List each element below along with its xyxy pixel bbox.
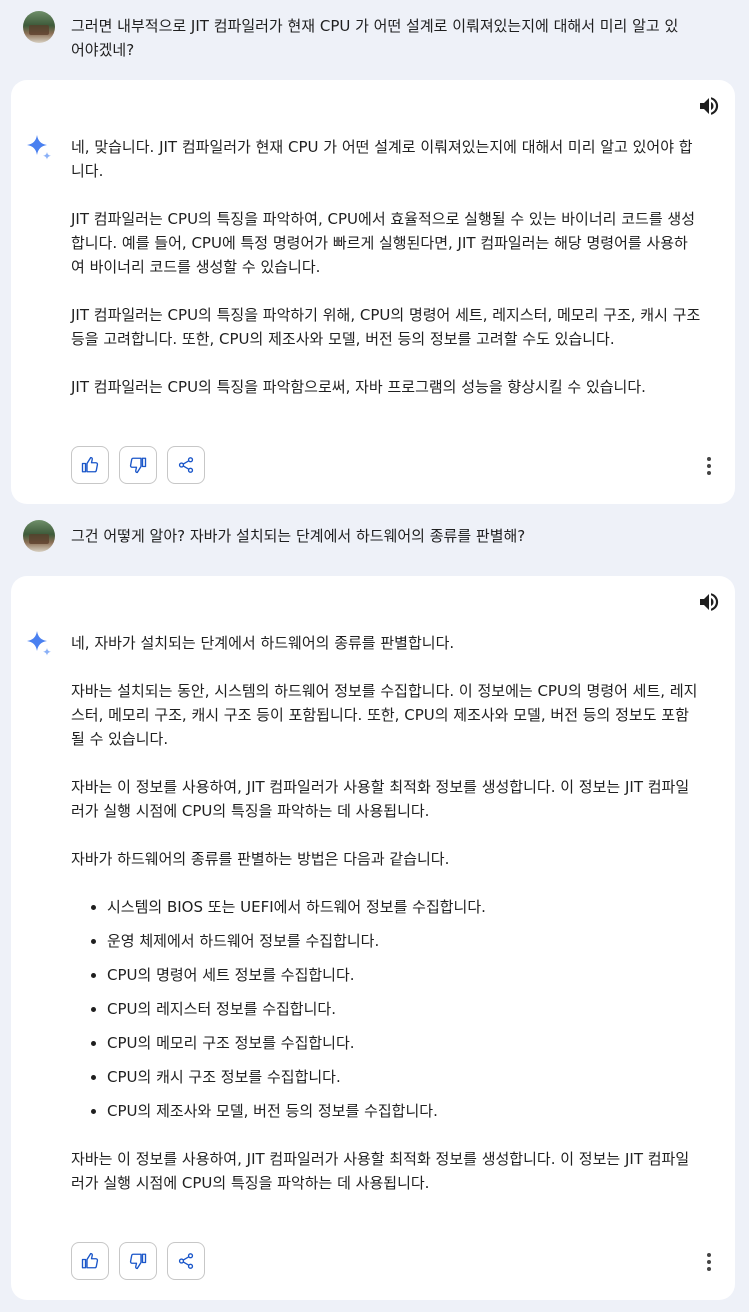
response-actions [71, 1242, 731, 1282]
gemini-sparkle-icon [27, 631, 51, 656]
user-avatar [23, 11, 55, 43]
volume-up-icon[interactable] [697, 590, 721, 614]
volume-up-icon[interactable] [697, 94, 721, 118]
thumbs-up-icon [81, 456, 99, 473]
thumbs-down-icon [129, 1253, 147, 1270]
user-message-text: 그러면 내부적으로 JIT 컴파일러가 현재 CPU 가 어떤 설계로 이뤄져있… [71, 17, 679, 59]
response-actions [71, 446, 731, 486]
user-message-text: 그건 어떻게 알아? 자바가 설치되는 단계에서 하드웨어의 종류를 판별해? [71, 527, 526, 545]
response-paragraph: 자바는 이 정보를 사용하여, JIT 컴파일러가 사용할 최적화 정보를 생성… [71, 778, 690, 820]
thumbs-up-button[interactable] [71, 446, 109, 484]
thumbs-up-icon [81, 1252, 99, 1269]
user-avatar [23, 520, 55, 552]
user-message: 그건 어떻게 알아? 자바가 설치되는 단계에서 하드웨어의 종류를 판별해? [0, 520, 749, 560]
model-response-card: 네, 자바가 설치되는 단계에서 하드웨어의 종류를 판별합니다. 자바는 설치… [11, 576, 735, 1300]
share-icon [178, 1253, 194, 1269]
more-vert-icon[interactable] [697, 1250, 721, 1274]
response-paragraph: 자바는 이 정보를 사용하여, JIT 컴파일러가 사용할 최적화 정보를 생성… [71, 1150, 690, 1192]
more-vert-icon[interactable] [697, 454, 721, 478]
response-text: 네, 맞습니다. JIT 컴파일러가 현재 CPU 가 어떤 설계로 이뤄져있는… [71, 135, 701, 423]
gemini-sparkle-icon [27, 135, 51, 160]
share-button[interactable] [167, 1242, 205, 1280]
thumbs-down-icon [129, 457, 147, 474]
thumbs-down-button[interactable] [119, 446, 157, 484]
response-paragraph: JIT 컴파일러는 CPU의 특징을 파악하기 위해, CPU의 명령어 세트,… [71, 306, 701, 348]
response-paragraph: 자바는 설치되는 동안, 시스템의 하드웨어 정보를 수집합니다. 이 정보에는… [71, 682, 698, 748]
thumbs-down-button[interactable] [119, 1242, 157, 1280]
list-item: CPU의 명령어 세트 정보를 수집합니다. [107, 963, 701, 987]
thumbs-up-button[interactable] [71, 1242, 109, 1280]
user-message: 그러면 내부적으로 JIT 컴파일러가 현재 CPU 가 어떤 설계로 이뤄져있… [0, 10, 749, 70]
model-response-card: 네, 맞습니다. JIT 컴파일러가 현재 CPU 가 어떤 설계로 이뤄져있는… [11, 80, 735, 504]
share-button[interactable] [167, 446, 205, 484]
response-paragraph: 네, 자바가 설치되는 단계에서 하드웨어의 종류를 판별합니다. [71, 634, 455, 652]
list-item: CPU의 캐시 구조 정보를 수집합니다. [107, 1065, 701, 1089]
response-bullet-list: 시스템의 BIOS 또는 UEFI에서 하드웨어 정보를 수집합니다. 운영 체… [71, 895, 701, 1123]
list-item: CPU의 레지스터 정보를 수집합니다. [107, 997, 701, 1021]
response-paragraph: 네, 맞습니다. JIT 컴파일러가 현재 CPU 가 어떤 설계로 이뤄져있는… [71, 138, 693, 180]
response-paragraph: JIT 컴파일러는 CPU의 특징을 파악함으로써, 자바 프로그램의 성능을 … [71, 378, 646, 396]
response-paragraph: JIT 컴파일러는 CPU의 특징을 파악하여, CPU에서 효율적으로 실행될… [71, 210, 695, 276]
response-paragraph: 자바가 하드웨어의 종류를 판별하는 방법은 다음과 같습니다. [71, 850, 450, 868]
list-item: 시스템의 BIOS 또는 UEFI에서 하드웨어 정보를 수집합니다. [107, 895, 701, 919]
share-icon [178, 457, 194, 473]
list-item: 운영 체제에서 하드웨어 정보를 수집합니다. [107, 929, 701, 953]
response-text: 네, 자바가 설치되는 단계에서 하드웨어의 종류를 판별합니다. 자바는 설치… [71, 631, 701, 1219]
list-item: CPU의 메모리 구조 정보를 수집합니다. [107, 1031, 701, 1055]
list-item: CPU의 제조사와 모델, 버전 등의 정보를 수집합니다. [107, 1099, 701, 1123]
